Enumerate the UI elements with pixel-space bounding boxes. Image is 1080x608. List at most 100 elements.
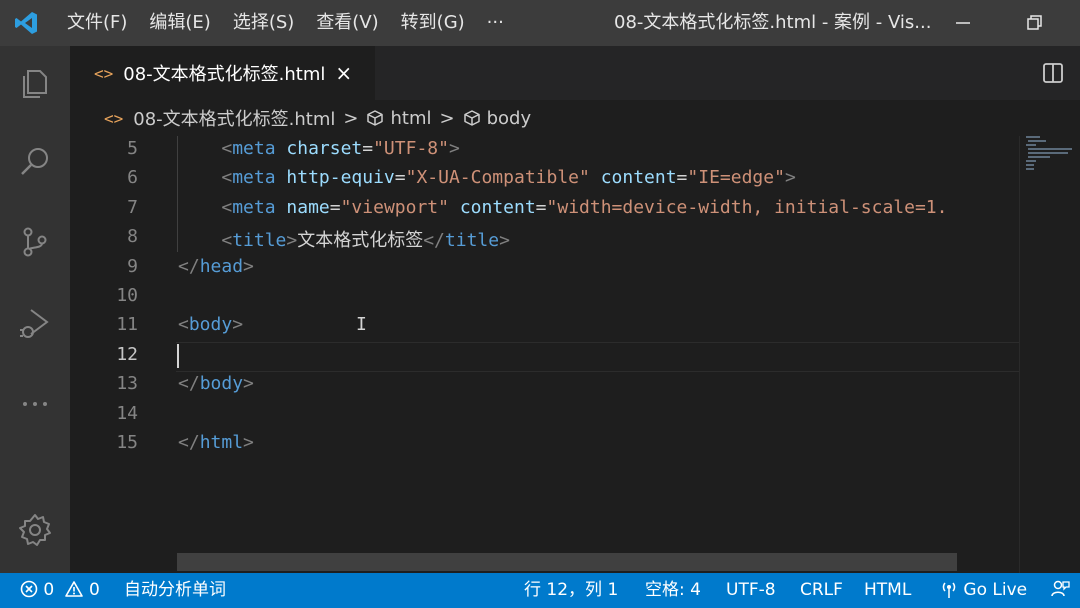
tab-active-file[interactable]: <> 08-文本格式化标签.html × bbox=[70, 46, 375, 100]
code-line: <meta name="viewport" content="width=dev… bbox=[178, 197, 947, 218]
code-token: > bbox=[232, 314, 244, 336]
line-number: 14 bbox=[116, 402, 138, 424]
menu-item[interactable]: 编辑(E) bbox=[138, 0, 221, 46]
menu-item[interactable]: 选择(S) bbox=[222, 0, 305, 46]
split-editor-icon bbox=[1043, 63, 1063, 83]
minimize-icon bbox=[956, 22, 970, 24]
code-editor[interactable]: I 5 <meta charset="UTF-8"> 6 <meta http-e… bbox=[70, 136, 1080, 573]
run-debug-icon bbox=[20, 309, 49, 338]
breadcrumb-html[interactable]: html bbox=[390, 108, 431, 129]
code-token: = bbox=[362, 138, 374, 159]
search-icon bbox=[21, 148, 48, 175]
settings-button[interactable] bbox=[0, 502, 70, 558]
code-token: </ bbox=[178, 255, 200, 277]
menu-more[interactable]: ··· bbox=[476, 0, 515, 46]
code-token: html bbox=[199, 432, 244, 453]
code-token: body bbox=[188, 314, 233, 336]
search-button[interactable] bbox=[0, 134, 70, 190]
error-count: 0 bbox=[43, 580, 55, 600]
line-number: 12 bbox=[116, 343, 138, 365]
tabs-bar: <> 08-文本格式化标签.html × bbox=[70, 46, 1080, 100]
code-line: <meta charset="UTF-8"> bbox=[178, 138, 460, 159]
end-of-line[interactable]: CRLF bbox=[800, 573, 843, 608]
code-token: > bbox=[243, 432, 254, 453]
window-title: 08-文本格式化标签.html - 案例 - Vis... bbox=[614, 12, 930, 33]
menu-item[interactable]: 转到(G) bbox=[390, 0, 476, 46]
cube-icon bbox=[367, 110, 384, 126]
source-control-icon bbox=[23, 227, 47, 257]
restore-icon bbox=[1027, 15, 1042, 30]
go-live-button[interactable]: Go Live bbox=[940, 573, 1027, 608]
code-line: <body> bbox=[178, 314, 243, 335]
current-line-highlight bbox=[176, 342, 1020, 372]
language-mode[interactable]: HTML bbox=[864, 573, 911, 608]
run-debug-button[interactable] bbox=[0, 296, 70, 352]
minimap[interactable] bbox=[1019, 136, 1080, 573]
code-token: meta bbox=[232, 138, 276, 159]
code-token: meta bbox=[232, 196, 276, 218]
line-number: 10 bbox=[116, 285, 138, 306]
code-token: title bbox=[444, 230, 500, 252]
code-line: <meta http-equiv="X-UA-Compatible" conte… bbox=[178, 167, 795, 189]
code-token: "width=device-width, initial-scale=1. bbox=[546, 196, 948, 218]
menu-item[interactable]: 查看(V) bbox=[305, 0, 389, 46]
code-token: 文本格式化标签 bbox=[297, 230, 424, 252]
breadcrumb-file[interactable]: 08-文本格式化标签.html bbox=[133, 105, 335, 131]
broadcast-icon bbox=[942, 582, 956, 598]
line-number: 9 bbox=[127, 255, 138, 277]
encoding[interactable]: UTF-8 bbox=[726, 573, 776, 608]
code-line: </head> bbox=[178, 256, 254, 277]
code-token: "X-UA-Compatible" bbox=[405, 167, 590, 189]
code-line: <title>文本格式化标签</title> bbox=[178, 226, 510, 252]
indentation[interactable]: 空格: 4 bbox=[645, 573, 701, 608]
code-token: > bbox=[243, 255, 254, 277]
code-token: > bbox=[448, 138, 460, 159]
line-number: 15 bbox=[116, 432, 138, 453]
breadcrumb-separator: > bbox=[439, 107, 455, 129]
code-token: body bbox=[199, 373, 244, 395]
code-token: http-equiv bbox=[286, 167, 395, 189]
more-icon bbox=[23, 402, 47, 406]
code-token: "IE=edge" bbox=[687, 167, 785, 189]
cube-icon bbox=[463, 110, 480, 126]
close-icon[interactable]: × bbox=[335, 61, 352, 85]
code-token: title bbox=[232, 230, 287, 252]
vscode-logo-icon bbox=[6, 0, 46, 46]
code-token: > bbox=[499, 230, 510, 252]
code-line: </body> bbox=[178, 373, 254, 394]
code-token: "viewport" bbox=[340, 196, 449, 218]
code-token: = bbox=[535, 196, 547, 218]
split-editor-button[interactable] bbox=[1042, 62, 1064, 84]
code-line: </html> bbox=[178, 432, 254, 453]
go-live-label: Go Live bbox=[963, 580, 1028, 600]
horizontal-scrollbar[interactable] bbox=[177, 553, 957, 571]
feedback-button[interactable] bbox=[1050, 573, 1070, 608]
code-token: charset bbox=[286, 138, 363, 159]
code-token: = bbox=[329, 196, 341, 218]
source-control-button[interactable] bbox=[0, 214, 70, 270]
feedback-icon bbox=[1051, 580, 1070, 597]
restore-button[interactable] bbox=[1010, 0, 1060, 46]
line-number: 13 bbox=[116, 373, 138, 395]
problems-indicator[interactable]: 0 0 bbox=[20, 573, 100, 608]
minimize-button[interactable] bbox=[938, 0, 988, 46]
code-token: </ bbox=[178, 432, 200, 453]
code-token: "UTF-8" bbox=[373, 138, 449, 159]
more-button[interactable] bbox=[0, 376, 70, 432]
html-file-icon: <> bbox=[104, 108, 124, 128]
menu-item[interactable]: 文件(F) bbox=[56, 0, 138, 46]
code-token: < bbox=[178, 167, 233, 189]
explorer-icon bbox=[23, 70, 47, 98]
extension-status[interactable]: 自动分析单词 bbox=[124, 573, 226, 608]
mouse-ibeam-cursor: I bbox=[356, 314, 367, 335]
code-token: > bbox=[243, 373, 254, 395]
cursor-position[interactable]: 行 12，列 1 bbox=[524, 573, 618, 608]
breadcrumb-body[interactable]: body bbox=[487, 108, 532, 129]
explorer-button[interactable] bbox=[0, 56, 70, 112]
menu-bar: 文件(F) 编辑(E) 选择(S) 查看(V) 转到(G) ··· bbox=[56, 0, 515, 46]
breadcrumb: <> 08-文本格式化标签.html > html > body bbox=[70, 100, 1080, 136]
